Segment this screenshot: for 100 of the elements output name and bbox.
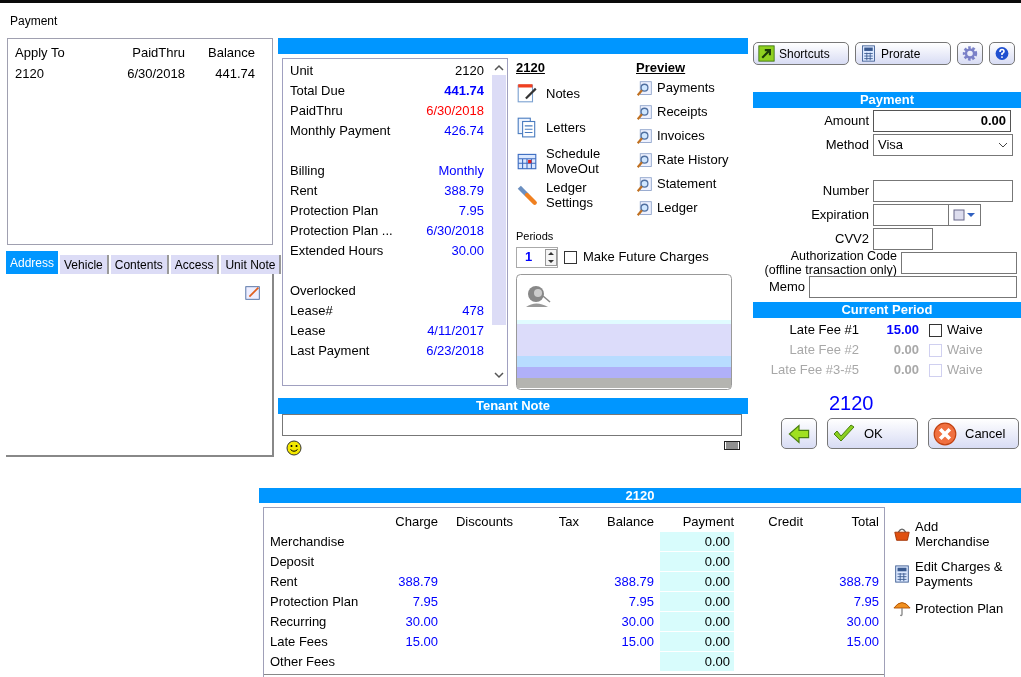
row-label: Merchandise: [269, 533, 346, 552]
smiley-icon[interactable]: [286, 439, 302, 456]
list-cell-text: 441.74: [214, 65, 255, 84]
payment-cell[interactable]: 0.00: [660, 632, 734, 651]
preview-link[interactable]: Statement: [636, 172, 717, 196]
memo-field[interactable]: [809, 276, 1017, 298]
section-header: 2120: [259, 488, 1021, 503]
side-action-link[interactable]: Protection Plan: [893, 599, 1015, 617]
checkbox[interactable]: [564, 250, 577, 264]
table-cell-text: 30.00: [845, 613, 879, 632]
info-value: 30.00: [451, 242, 484, 261]
table-cell-text: 388.79: [397, 573, 438, 592]
payment-cell[interactable]: 0.00: [660, 652, 734, 671]
settings-button[interactable]: [957, 42, 983, 65]
column-header: Total: [850, 513, 879, 532]
info-value: 426.74: [444, 122, 484, 141]
toolbar-button[interactable]: Shortcuts: [753, 42, 849, 65]
column-header: Balance: [207, 44, 255, 63]
cvv-field[interactable]: [873, 228, 933, 250]
fee-label: Late Fee #1: [788, 321, 859, 340]
field-label: Authorization Code (offline transaction only): [764, 249, 898, 277]
info-value: 478: [462, 302, 484, 321]
tab[interactable]: Vehicle: [60, 255, 109, 274]
magnifier-icon: [636, 199, 653, 217]
info-value: Monthly: [438, 162, 484, 181]
notepad-icon: [516, 82, 538, 104]
amount-field[interactable]: 0.00: [873, 110, 1011, 132]
preview-link[interactable]: Ledger: [636, 196, 698, 220]
info-label: Last Payment: [290, 342, 370, 361]
payment-cell[interactable]: 0.00: [660, 532, 734, 551]
info-label: Rent: [290, 182, 318, 201]
info-label: Unit: [290, 62, 314, 81]
method-dropdown[interactable]: Visa: [873, 134, 1013, 156]
info-value: 7.95: [458, 202, 484, 221]
column-header: PaidThru: [131, 44, 185, 63]
apply-list[interactable]: Apply To PaidThru Balance 2120 6/30/2018 441.74: [7, 38, 273, 245]
magnifier-icon: [636, 127, 653, 145]
info-value: 441.74: [444, 82, 484, 101]
ok-button[interactable]: OK: [827, 418, 918, 449]
magnifier-icon: [636, 175, 653, 193]
row-label: Protection Plan: [269, 593, 360, 612]
checkbox-label: Waive: [947, 361, 983, 380]
checkbox-label: Waive: [947, 321, 983, 340]
fee-label: Late Fee #2: [788, 341, 859, 360]
toolbar-button[interactable]: Prorate: [855, 42, 951, 65]
table-cell-text: 15.00: [620, 633, 654, 652]
section-header: Payment: [753, 92, 1021, 108]
payment-cell[interactable]: 0.00: [660, 592, 734, 611]
tab[interactable]: Unit Note: [221, 255, 282, 274]
info-value: 6/30/2018: [426, 222, 484, 241]
tab[interactable]: Contents: [110, 255, 169, 274]
number-field[interactable]: [873, 180, 1013, 202]
side-action-link[interactable]: Add Merchandise: [893, 519, 1015, 549]
preview-link[interactable]: Rate History: [636, 148, 729, 172]
info-label: Extended Hours: [290, 242, 384, 261]
dropdown-caret-icon[interactable]: [998, 142, 1008, 148]
spinner-arrows-icon[interactable]: [545, 248, 557, 266]
magnifier-icon: [636, 79, 653, 97]
wrench-icon: [516, 184, 538, 206]
section-header: Current Period: [753, 302, 1021, 318]
column-header: Charge: [394, 513, 438, 532]
row-label: Late Fees: [269, 633, 329, 652]
edit-document-icon[interactable]: [244, 284, 262, 302]
table-cell-text: 15.00: [845, 633, 879, 652]
checkbox[interactable]: [929, 323, 942, 337]
expiration-field[interactable]: [873, 204, 981, 226]
section-header: Tenant Note: [278, 397, 748, 414]
preview-link[interactable]: Payments: [636, 76, 715, 100]
field-label: Number: [822, 182, 870, 201]
action-link[interactable]: Ledger Settings: [516, 178, 616, 212]
column-header: Apply To: [15, 44, 66, 63]
authorization-code-field[interactable]: [901, 252, 1017, 274]
preview-link[interactable]: Receipts: [636, 100, 708, 124]
action-link[interactable]: Schedule MoveOut: [516, 144, 616, 178]
calendar-dropdown-icon[interactable]: [952, 209, 977, 221]
settings-icon: [962, 45, 978, 62]
info-label: Lease#: [290, 302, 333, 321]
cancel-button[interactable]: Cancel: [928, 418, 1019, 449]
preview-link[interactable]: Invoices: [636, 124, 705, 148]
payment-cell[interactable]: 0.00: [660, 572, 734, 591]
back-button[interactable]: [781, 418, 817, 449]
row-label: Other Fees: [269, 653, 337, 672]
payment-cell[interactable]: 0.00: [660, 612, 734, 631]
info-value: 6/23/2018: [426, 342, 484, 361]
table-cell-text: 7.95: [411, 593, 438, 612]
tenant-note-field[interactable]: [282, 413, 742, 436]
field-label: Expiration: [811, 206, 870, 225]
action-link[interactable]: Notes: [516, 76, 616, 110]
unit-number: 2120: [829, 392, 875, 414]
tab[interactable]: Access: [170, 255, 220, 274]
action-link[interactable]: Letters: [516, 110, 616, 144]
documents-icon: [516, 116, 538, 138]
column-header: Tax: [557, 513, 579, 532]
field-label: Memo: [768, 278, 806, 297]
help-button[interactable]: [989, 42, 1015, 65]
payment-cell[interactable]: 0.00: [660, 552, 734, 571]
side-action-link[interactable]: Edit Charges & Payments: [893, 559, 1015, 589]
field-label: Method: [824, 136, 870, 155]
keyboard-icon[interactable]: [724, 439, 740, 450]
periods-spinner[interactable]: 1: [516, 246, 558, 268]
